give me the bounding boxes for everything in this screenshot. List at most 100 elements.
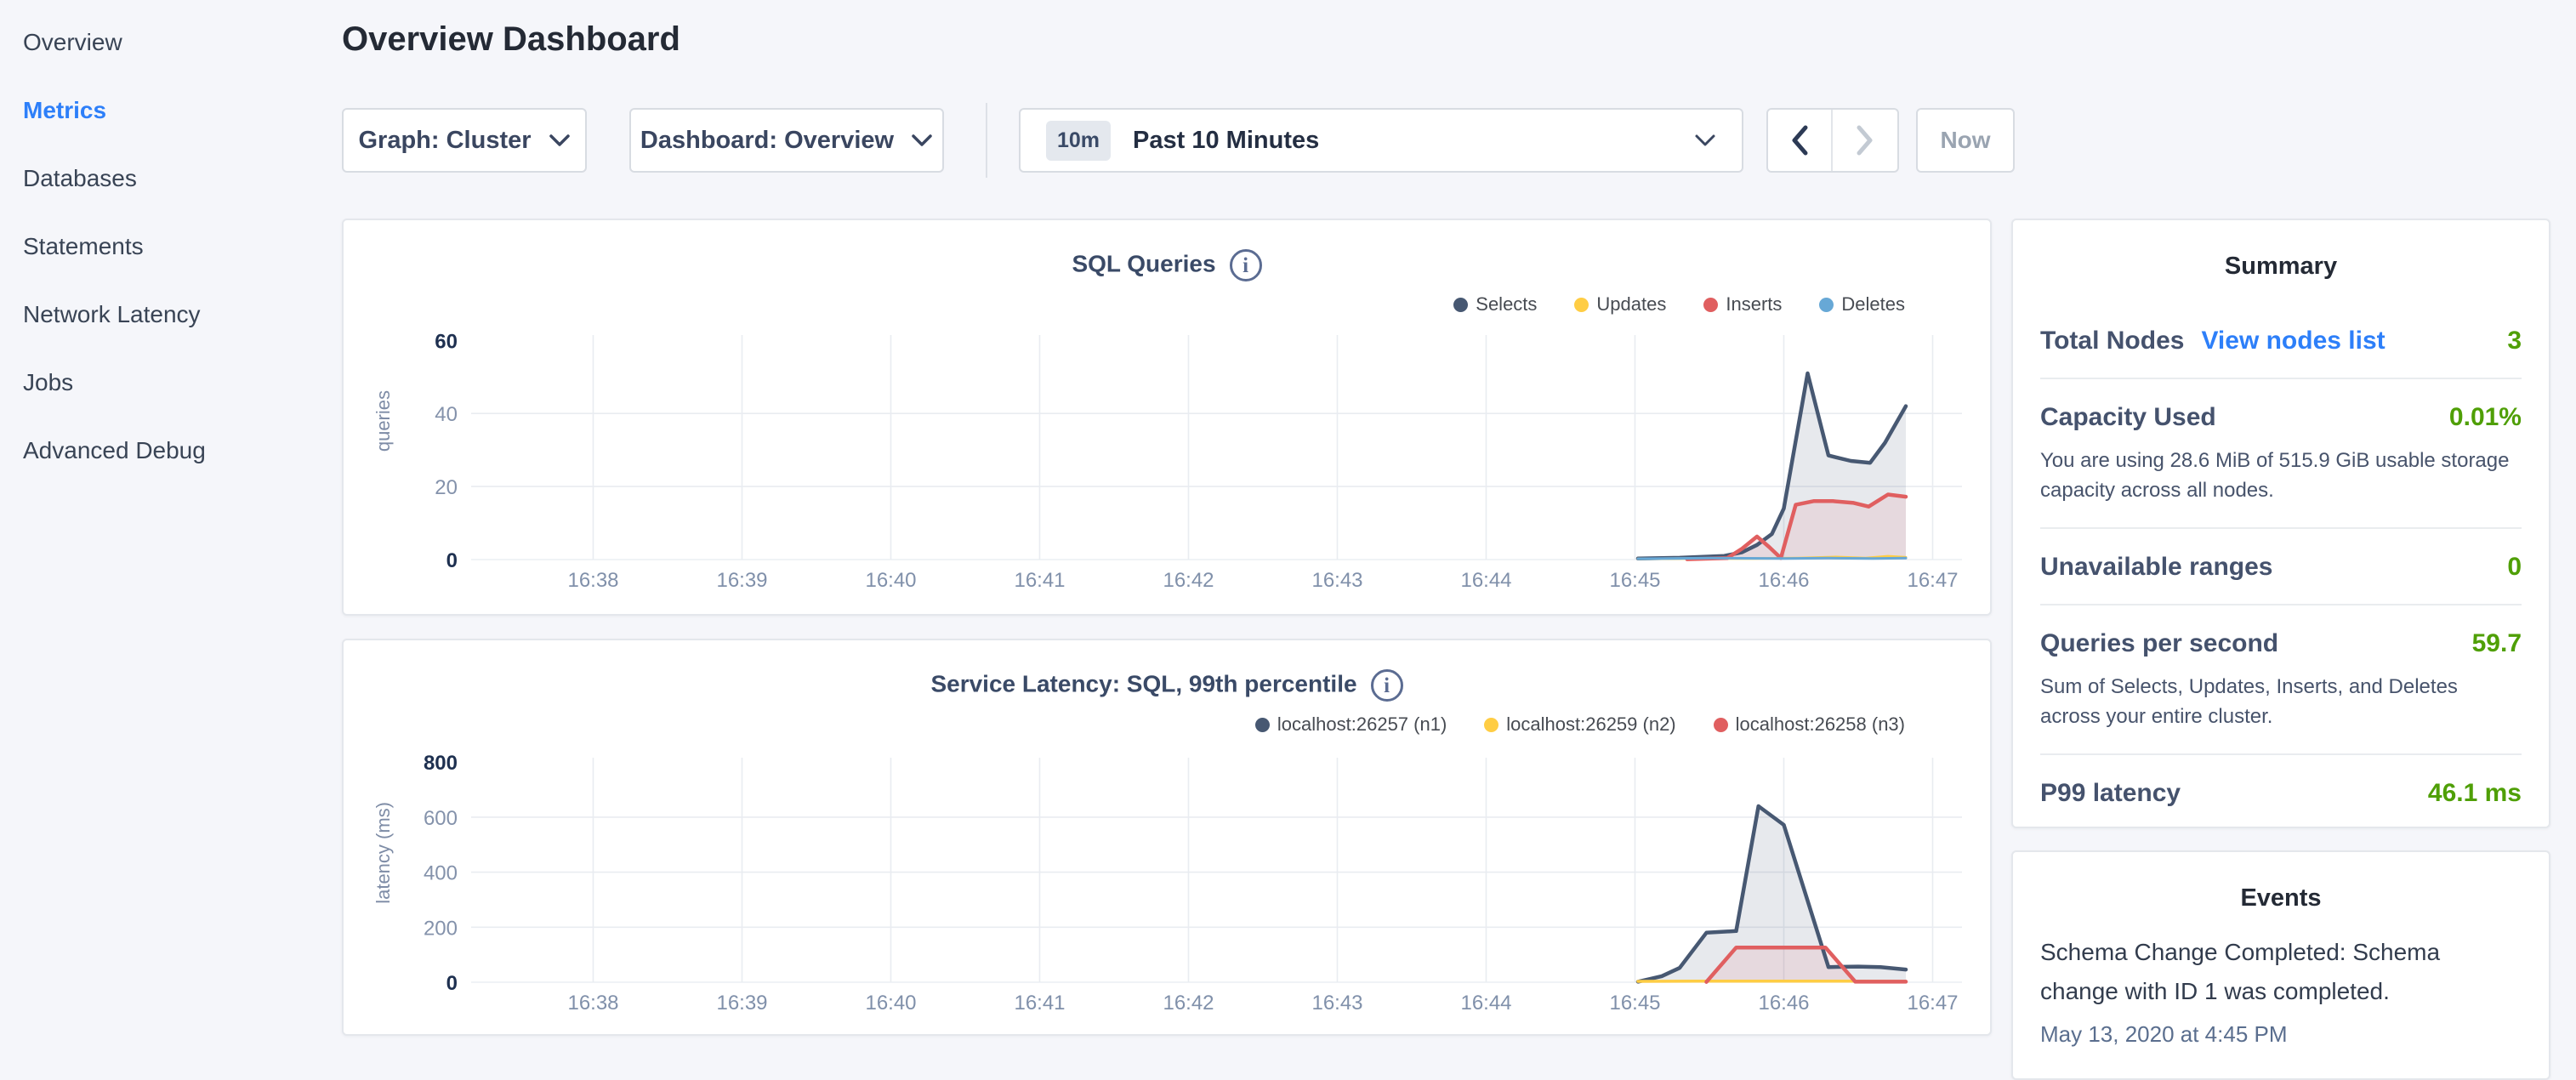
svg-text:400: 400 — [424, 862, 458, 885]
sidebar-item-statements[interactable]: Statements — [23, 213, 304, 281]
legend-item: localhost:26258 (n3) — [1714, 713, 1905, 736]
legend-dot — [1714, 718, 1728, 732]
svg-text:16:47: 16:47 — [1907, 992, 1958, 1015]
legend-label: localhost:26257 (n1) — [1277, 713, 1447, 736]
sql-queries-plot[interactable]: 16:38 16:39 16:40 16:41 16:42 16:43 16:44 16:45… — [390, 330, 1962, 592]
legend-item: localhost:26259 (n2) — [1484, 713, 1675, 736]
chevron-down-icon — [911, 134, 933, 147]
chart-legend: localhost:26257 (n1) localhost:26259 (n2… — [1255, 713, 1905, 736]
next-timespan-button[interactable] — [1833, 110, 1897, 171]
svg-text:16:44: 16:44 — [1460, 992, 1511, 1015]
legend-item: localhost:26257 (n1) — [1255, 713, 1447, 736]
svg-text:16:47: 16:47 — [1907, 569, 1958, 592]
chart-title: Service Latency: SQL, 99th percentile — [930, 670, 1356, 696]
legend-item: Selects — [1453, 293, 1537, 315]
legend-dot — [1703, 298, 1718, 312]
legend-label: Deletes — [1841, 293, 1905, 315]
summary-label: Total Nodes — [2040, 327, 2184, 355]
chevron-down-icon — [1694, 134, 1716, 147]
legend-item: Deletes — [1819, 293, 1905, 315]
controls-divider — [986, 103, 987, 178]
summary-row-unavailable-ranges: Unavailable ranges 0 — [2040, 527, 2522, 604]
service-latency-chart-card: Service Latency: SQL, 99th percentile i l… — [342, 639, 1992, 1036]
summary-caption: You are using 28.6 MiB of 515.9 GiB usab… — [2040, 446, 2522, 505]
dashboard-label: Dashboard: Overview — [640, 127, 894, 155]
page-title: Overview Dashboard — [342, 20, 680, 59]
time-range-dropdown[interactable]: 10m Past 10 Minutes — [1019, 108, 1743, 173]
summary-label: Capacity Used — [2040, 403, 2216, 432]
service-latency-plot[interactable]: 16:38 16:39 16:40 16:41 16:42 16:43 16:44 16:45… — [390, 753, 1962, 1015]
sql-queries-chart-card: SQL Queries i Selects Updates Inserts Del… — [342, 219, 1992, 616]
svg-text:16:39: 16:39 — [716, 569, 767, 592]
svg-text:16:43: 16:43 — [1311, 992, 1362, 1015]
svg-text:16:42: 16:42 — [1163, 992, 1214, 1015]
svg-text:16:42: 16:42 — [1163, 569, 1214, 592]
legend-label: Inserts — [1726, 293, 1782, 315]
summary-value: 3 — [2507, 327, 2522, 355]
svg-text:0: 0 — [446, 549, 458, 572]
svg-text:16:39: 16:39 — [716, 992, 767, 1015]
sidebar-item-advanced-debug[interactable]: Advanced Debug — [23, 417, 304, 485]
info-icon[interactable]: i — [1371, 669, 1403, 702]
svg-text:16:44: 16:44 — [1460, 569, 1511, 592]
svg-text:20: 20 — [435, 476, 458, 499]
svg-text:16:43: 16:43 — [1311, 569, 1362, 592]
events-title: Events — [2013, 852, 2549, 912]
time-range-label: Past 10 Minutes — [1133, 127, 1319, 155]
summary-panel: Summary Total Nodes View nodes list 3 Ca… — [2011, 219, 2550, 828]
event-list-item: Schema Change Completed: Schema change w… — [2013, 912, 2549, 1048]
svg-text:800: 800 — [424, 753, 458, 775]
summary-title: Summary — [2013, 220, 2549, 281]
summary-label: P99 latency — [2040, 779, 2181, 808]
info-icon[interactable]: i — [1230, 249, 1262, 281]
summary-row-p99-latency: P99 latency 46.1 ms — [2040, 753, 2522, 830]
now-button[interactable]: Now — [1916, 108, 2015, 173]
svg-text:16:41: 16:41 — [1014, 992, 1065, 1015]
sidebar-item-overview[interactable]: Overview — [23, 9, 304, 77]
summary-label: Queries per second — [2040, 629, 2278, 658]
legend-dot — [1255, 718, 1270, 732]
summary-label: Unavailable ranges — [2040, 553, 2272, 582]
summary-caption: Sum of Selects, Updates, Inserts, and De… — [2040, 672, 2522, 731]
svg-text:60: 60 — [435, 330, 458, 353]
sidebar: Overview Metrics Databases Statements Ne… — [23, 9, 304, 485]
legend-label: localhost:26258 (n3) — [1736, 713, 1905, 736]
chevron-down-icon — [549, 134, 571, 147]
legend-label: localhost:26259 (n2) — [1506, 713, 1675, 736]
svg-text:600: 600 — [424, 807, 458, 830]
summary-row-queries-per-second: Queries per second 59.7 Sum of Selects, … — [2040, 604, 2522, 753]
svg-text:16:40: 16:40 — [865, 569, 916, 592]
sidebar-item-databases[interactable]: Databases — [23, 145, 304, 213]
chevron-right-icon — [1854, 123, 1876, 157]
legend-item: Inserts — [1703, 293, 1782, 315]
time-step-buttons — [1766, 108, 1899, 173]
time-range-badge: 10m — [1046, 121, 1111, 161]
legend-label: Selects — [1476, 293, 1537, 315]
graph-scope-dropdown[interactable]: Graph: Cluster — [342, 108, 587, 173]
summary-row-capacity-used: Capacity Used 0.01% You are using 28.6 M… — [2040, 378, 2522, 527]
svg-text:16:45: 16:45 — [1609, 992, 1660, 1015]
svg-text:16:45: 16:45 — [1609, 569, 1660, 592]
view-nodes-list-link[interactable]: View nodes list — [2201, 327, 2385, 355]
legend-label: Updates — [1596, 293, 1666, 315]
event-timestamp: May 13, 2020 at 4:45 PM — [2040, 1021, 2522, 1048]
dashboard-dropdown[interactable]: Dashboard: Overview — [629, 108, 944, 173]
svg-text:16:41: 16:41 — [1014, 569, 1065, 592]
sidebar-item-network-latency[interactable]: Network Latency — [23, 281, 304, 349]
legend-dot — [1574, 298, 1589, 312]
sidebar-item-jobs[interactable]: Jobs — [23, 349, 304, 417]
chart-title: SQL Queries — [1072, 250, 1215, 276]
sidebar-item-metrics[interactable]: Metrics — [23, 77, 304, 145]
graph-scope-label: Graph: Cluster — [358, 127, 531, 155]
previous-timespan-button[interactable] — [1768, 110, 1833, 171]
events-panel: Events Schema Change Completed: Schema c… — [2011, 850, 2550, 1080]
chevron-left-icon — [1788, 123, 1811, 157]
svg-text:16:40: 16:40 — [865, 992, 916, 1015]
summary-row-total-nodes: Total Nodes View nodes list 3 — [2040, 303, 2522, 378]
svg-text:0: 0 — [446, 972, 458, 995]
event-text: Schema Change Completed: Schema change w… — [2040, 933, 2522, 1011]
summary-value: 46.1 ms — [2428, 779, 2522, 808]
svg-text:16:38: 16:38 — [567, 992, 618, 1015]
svg-text:16:46: 16:46 — [1758, 569, 1809, 592]
svg-text:16:38: 16:38 — [567, 569, 618, 592]
